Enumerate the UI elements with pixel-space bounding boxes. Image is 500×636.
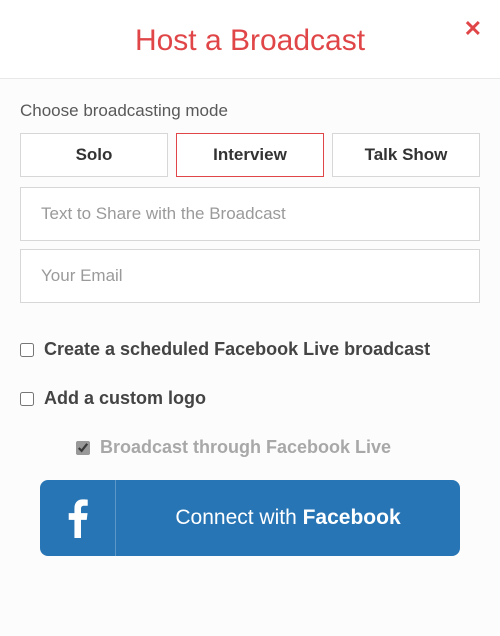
close-icon[interactable]: ✕ [464,18,482,40]
connect-brand: Facebook [303,506,401,529]
connect-wrap: Connect with Facebook [20,480,480,556]
modal-content: Choose broadcasting mode Solo Interview … [0,79,500,582]
scheduled-row: Create a scheduled Facebook Live broadca… [20,339,480,360]
mode-solo-button[interactable]: Solo [20,133,168,177]
mode-talkshow-button[interactable]: Talk Show [332,133,480,177]
mode-label: Choose broadcasting mode [20,101,480,121]
connect-text: Connect with Facebook [116,506,460,530]
share-text-input[interactable] [20,187,480,241]
modal-header: Host a Broadcast ✕ [0,0,500,79]
custom-logo-row: Add a custom logo [20,388,480,409]
custom-logo-label: Add a custom logo [44,388,206,409]
scheduled-label: Create a scheduled Facebook Live broadca… [44,339,430,360]
connect-facebook-button[interactable]: Connect with Facebook [40,480,460,556]
custom-logo-checkbox[interactable] [20,392,34,406]
fb-live-label: Broadcast through Facebook Live [100,437,391,458]
connect-prefix: Connect with [175,506,302,529]
email-input[interactable] [20,249,480,303]
facebook-icon [40,480,116,556]
page-title: Host a Broadcast [20,24,480,58]
mode-interview-button[interactable]: Interview [176,133,324,177]
fb-live-row: Broadcast through Facebook Live [76,437,480,458]
scheduled-checkbox[interactable] [20,343,34,357]
mode-row: Solo Interview Talk Show [20,133,480,177]
fb-live-checkbox[interactable] [76,441,90,455]
